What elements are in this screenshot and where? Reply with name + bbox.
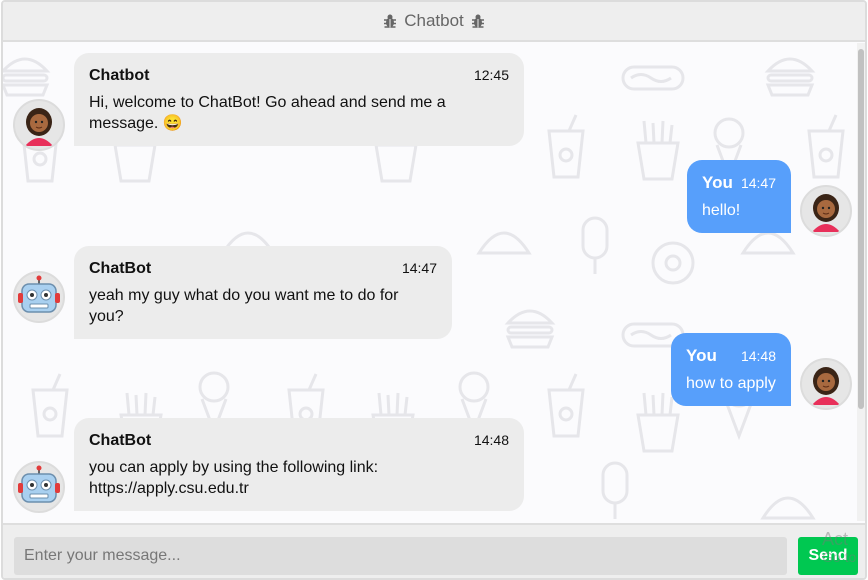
user-avatar: [800, 185, 852, 237]
message-time: 14:48: [473, 432, 509, 448]
message-input[interactable]: [14, 537, 787, 575]
sender-name: ChatBot: [89, 432, 152, 449]
message-time: 14:47: [740, 175, 776, 191]
message-time: 14:47: [401, 260, 437, 276]
bot-avatar: [13, 271, 65, 323]
scrollbar-thumb[interactable]: [858, 49, 864, 409]
message-composer: Send: [3, 523, 865, 578]
message-time: 14:48: [740, 348, 776, 364]
message-list-scrollbar[interactable]: [857, 43, 865, 521]
user-avatar: [800, 358, 852, 410]
sender-name: You: [686, 346, 717, 365]
bot-message-bubble: ChatBot 14:47 yeah my guy what do you wa…: [74, 246, 452, 339]
chat-header: Chatbot: [3, 2, 865, 42]
message-text: you can apply by using the following lin…: [89, 459, 379, 497]
user-message-bubble: You 14:47 hello!: [687, 160, 791, 233]
message-text: how to apply: [686, 375, 776, 392]
bot-avatar: [13, 99, 65, 151]
message-list[interactable]: Chatbot 12:45 Hi, welcome to ChatBot! Go…: [3, 43, 859, 521]
bot-avatar: [13, 461, 65, 513]
chat-window: Chatbot Chatbot 12:45 Hi, welcome to Cha…: [1, 0, 867, 580]
chat-title: Chatbot: [404, 11, 464, 30]
message-time: 12:45: [473, 67, 509, 83]
bug-icon: [384, 14, 397, 28]
send-button[interactable]: Send: [798, 537, 858, 575]
robot-avatar-icon: [18, 275, 60, 313]
sender-name: You: [702, 173, 733, 192]
bug-icon: [471, 14, 484, 28]
bot-message-bubble: Chatbot 12:45 Hi, welcome to ChatBot! Go…: [74, 53, 524, 146]
user-message-bubble: You 14:48 how to apply: [671, 333, 791, 406]
robot-avatar-icon: [18, 465, 60, 503]
message-text: yeah my guy what do you want me to do fo…: [89, 287, 399, 325]
woman-avatar-icon: [25, 108, 53, 146]
woman-avatar-icon: [812, 367, 840, 405]
sender-name: Chatbot: [89, 67, 150, 84]
woman-avatar-icon: [812, 194, 840, 232]
sender-name: ChatBot: [89, 260, 152, 277]
message-text: Hi, welcome to ChatBot! Go ahead and sen…: [89, 94, 446, 132]
message-text: hello!: [702, 202, 741, 219]
bot-message-bubble: ChatBot 14:48 you can apply by using the…: [74, 418, 524, 511]
